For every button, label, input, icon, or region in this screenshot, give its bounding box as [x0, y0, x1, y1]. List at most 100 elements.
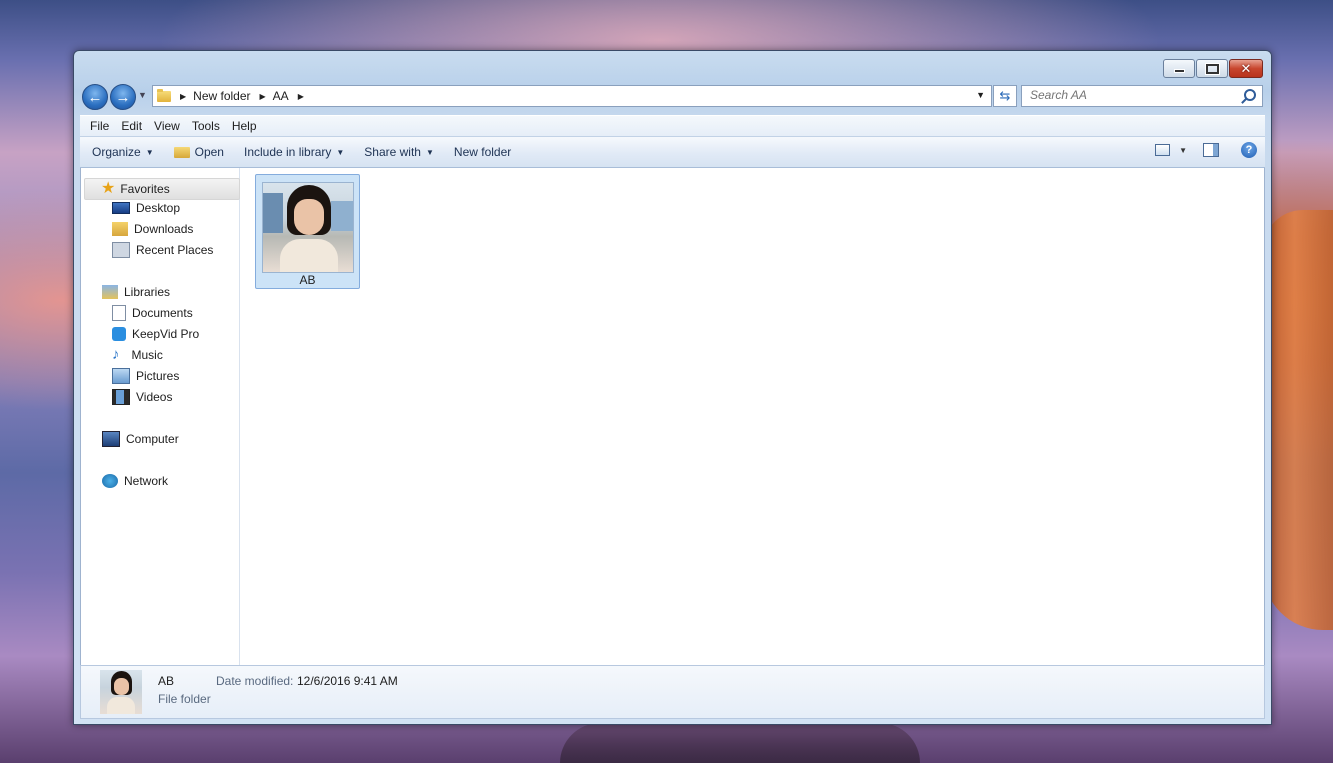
nav-music[interactable]: ♪ Music — [112, 345, 163, 365]
nav-computer[interactable]: Computer — [102, 429, 179, 449]
breadcrumb-new-folder[interactable]: New folder — [193, 89, 250, 103]
nav-videos[interactable]: Videos — [112, 387, 172, 407]
nav-keepvid-pro[interactable]: KeepVid Pro — [112, 324, 199, 344]
keepvid-icon — [112, 327, 126, 341]
nav-network[interactable]: Network — [102, 471, 168, 491]
nav-label: Music — [131, 348, 163, 362]
chevron-down-icon: ▼ — [336, 147, 345, 157]
new-folder-button[interactable]: New folder — [454, 145, 511, 159]
nav-label: KeepVid Pro — [132, 327, 200, 341]
maximize-button[interactable] — [1196, 59, 1228, 78]
desktop-wallpaper-rock — [1263, 210, 1333, 630]
nav-documents[interactable]: Documents — [112, 303, 193, 323]
music-note-icon: ♪ — [112, 346, 120, 363]
help-icon[interactable]: ? — [1241, 142, 1257, 158]
file-list: AB — [240, 168, 1264, 665]
details-date-modified-label: Date modified: — [216, 674, 294, 688]
include-in-library-button[interactable]: Include in library ▼ — [244, 145, 344, 159]
nav-downloads[interactable]: Downloads — [112, 219, 193, 239]
share-label: Share with — [364, 145, 421, 159]
nav-label: Downloads — [134, 222, 194, 236]
change-view-icon[interactable] — [1155, 144, 1171, 156]
back-arrow-icon: ← — [87, 88, 103, 106]
documents-icon — [112, 305, 126, 321]
search-box[interactable] — [1021, 85, 1263, 107]
downloads-icon — [112, 222, 128, 236]
recent-places-icon — [112, 242, 130, 258]
address-history-dropdown-icon[interactable]: ▼ — [976, 90, 985, 100]
navigation-pane: ★ Favorites Desktop Downloads Recent Pla… — [81, 168, 240, 665]
nav-label: Computer — [126, 432, 179, 446]
details-date-modified-value: 12/6/2016 9:41 AM — [297, 674, 398, 688]
nav-label: Libraries — [124, 285, 171, 299]
computer-icon — [102, 431, 120, 447]
open-folder-icon — [173, 146, 190, 158]
maximize-icon — [1205, 63, 1219, 74]
back-button[interactable]: ← — [82, 84, 108, 110]
address-bar[interactable]: ▶ New folder ▶ AA ▶ ▼ — [152, 85, 992, 107]
refresh-button[interactable]: ⇆ — [993, 85, 1017, 107]
chevron-down-icon: ▼ — [425, 147, 434, 157]
share-with-button[interactable]: Share with ▼ — [364, 145, 434, 159]
command-bar: Organize ▼ Open Include in library ▼ Share… — [80, 136, 1265, 168]
nav-label: Pictures — [136, 369, 180, 383]
menu-tools[interactable]: Tools — [192, 119, 220, 133]
desktop-wallpaper-shore — [560, 723, 920, 763]
network-icon — [102, 474, 118, 488]
close-button[interactable]: ✕ — [1229, 59, 1263, 78]
organize-button[interactable]: Organize ▼ — [92, 145, 154, 159]
breadcrumb-aa[interactable]: AA — [273, 89, 289, 103]
refresh-icon: ⇆ — [999, 88, 1011, 103]
nav-recent-places[interactable]: Recent Places — [112, 240, 213, 260]
details-thumbnail — [100, 670, 142, 714]
navigation-row: ← → ▼ ▶ New folder ▶ AA ▶ ▼ ⇆ — [80, 83, 1265, 110]
view-options-dropdown-icon[interactable]: ▼ — [1179, 146, 1187, 155]
folder-item[interactable]: AB — [255, 174, 360, 289]
menu-file[interactable]: File — [90, 119, 109, 133]
nav-libraries[interactable]: Libraries — [102, 282, 170, 302]
nav-pictures[interactable]: Pictures — [112, 366, 179, 386]
details-pane: AB File folder Date modified: 12/6/2016 … — [80, 665, 1265, 719]
forward-arrow-icon: → — [115, 88, 131, 106]
nav-label: Documents — [132, 306, 193, 320]
pictures-icon — [112, 368, 130, 384]
open-label: Open — [194, 145, 224, 159]
include-label: Include in library — [243, 145, 332, 159]
menu-view[interactable]: View — [154, 119, 180, 133]
nav-label: Recent Places — [136, 243, 214, 257]
videos-film-icon — [112, 389, 130, 405]
libraries-icon — [102, 285, 118, 299]
recent-pages-dropdown-icon[interactable]: ▼ — [138, 90, 147, 100]
nav-label: Favorites — [120, 182, 170, 196]
nav-desktop[interactable]: Desktop — [112, 198, 180, 218]
desktop-icon — [112, 202, 130, 214]
breadcrumb-separator-icon[interactable]: ▶ — [260, 92, 266, 101]
chevron-down-icon: ▼ — [145, 147, 154, 157]
explorer-window: ✕ ← → ▼ ▶ New folder ▶ AA ▶ ▼ ⇆ File Edi… — [73, 50, 1272, 725]
main-area: ★ Favorites Desktop Downloads Recent Pla… — [80, 168, 1265, 666]
preview-pane-icon[interactable] — [1203, 143, 1219, 157]
forward-button[interactable]: → — [110, 84, 136, 110]
caption-buttons: ✕ — [1162, 59, 1263, 78]
menu-help[interactable]: Help — [232, 119, 257, 133]
nav-label: Network — [124, 474, 169, 488]
menu-bar: File Edit View Tools Help — [80, 115, 1265, 136]
search-input[interactable] — [1022, 86, 1230, 104]
open-button[interactable]: Open — [173, 145, 224, 159]
nav-label: Videos — [136, 390, 173, 404]
star-icon: ★ — [101, 180, 116, 197]
close-icon: ✕ — [1240, 60, 1252, 76]
minimize-button[interactable] — [1163, 59, 1195, 78]
menu-edit[interactable]: Edit — [121, 119, 142, 133]
organize-label: Organize — [92, 145, 141, 159]
details-name: AB — [158, 674, 175, 688]
new-folder-label: New folder — [453, 145, 512, 159]
breadcrumb-separator-icon[interactable]: ▶ — [180, 92, 186, 101]
nav-favorites[interactable]: ★ Favorites — [84, 178, 240, 200]
details-type: File folder — [158, 692, 211, 706]
folder-thumbnail — [262, 182, 354, 273]
folder-item-label: AB — [299, 273, 316, 287]
minimize-icon — [1173, 69, 1185, 73]
breadcrumb-separator-icon[interactable]: ▶ — [298, 92, 304, 101]
search-icon[interactable] — [1244, 89, 1256, 101]
